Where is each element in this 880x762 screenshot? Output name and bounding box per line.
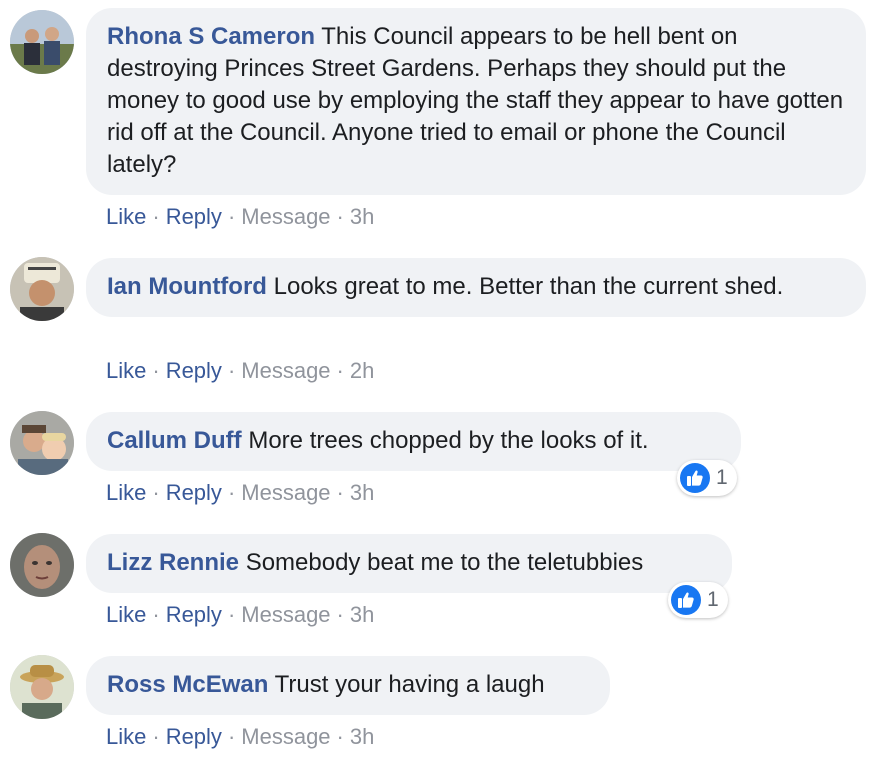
separator: · bbox=[336, 602, 344, 627]
comment-actions: Like · Reply · Message · 3h bbox=[106, 601, 374, 629]
comment-bubble: Ian Mountford Looks great to me. Better … bbox=[86, 258, 866, 317]
like-icon bbox=[671, 585, 701, 615]
comment-author[interactable]: Ross McEwan bbox=[107, 671, 268, 698]
avatar[interactable] bbox=[10, 533, 74, 597]
like-button[interactable]: Like bbox=[106, 724, 146, 749]
reply-button[interactable]: Reply bbox=[166, 204, 222, 229]
separator: · bbox=[152, 724, 160, 749]
separator: · bbox=[152, 358, 160, 383]
timestamp[interactable]: 2h bbox=[350, 358, 374, 383]
reply-button[interactable]: Reply bbox=[166, 602, 222, 627]
reaction-badge[interactable]: 1 bbox=[668, 582, 728, 618]
comment-author[interactable]: Ian Mountford bbox=[107, 273, 267, 300]
like-button[interactable]: Like bbox=[106, 602, 146, 627]
comment-actions: Like · Reply · Message · 3h bbox=[106, 479, 374, 507]
comment-bubble: Rhona S Cameron This Council appears to … bbox=[86, 8, 866, 195]
separator: · bbox=[152, 204, 160, 229]
comment-author[interactable]: Callum Duff bbox=[107, 427, 242, 454]
avatar[interactable] bbox=[10, 411, 74, 475]
timestamp[interactable]: 3h bbox=[350, 480, 374, 505]
timestamp[interactable]: 3h bbox=[350, 602, 374, 627]
comment-bubble: Ross McEwan Trust your having a laugh bbox=[86, 656, 610, 715]
comment-author[interactable]: Lizz Rennie bbox=[107, 549, 239, 576]
separator: · bbox=[152, 602, 160, 627]
message-button[interactable]: Message bbox=[241, 204, 330, 229]
reaction-count: 1 bbox=[707, 588, 719, 611]
avatar[interactable] bbox=[10, 655, 74, 719]
separator: · bbox=[227, 204, 236, 229]
reply-button[interactable]: Reply bbox=[166, 724, 222, 749]
avatar[interactable] bbox=[10, 257, 74, 321]
separator: · bbox=[227, 602, 236, 627]
avatar[interactable] bbox=[10, 10, 74, 74]
like-button[interactable]: Like bbox=[106, 358, 146, 383]
reaction-badge[interactable]: 1 bbox=[677, 460, 737, 496]
message-button[interactable]: Message bbox=[241, 602, 330, 627]
like-button[interactable]: Like bbox=[106, 204, 146, 229]
comment-author[interactable]: Rhona S Cameron bbox=[107, 23, 315, 50]
comment-actions: Like · Reply · Message · 3h bbox=[106, 723, 374, 751]
comment-text: More trees chopped by the looks of it. bbox=[248, 427, 649, 454]
comment-bubble: Callum Duff More trees chopped by the lo… bbox=[86, 412, 741, 471]
separator: · bbox=[227, 724, 236, 749]
comment-text: Somebody beat me to the teletubbies bbox=[245, 549, 644, 576]
like-icon bbox=[680, 463, 710, 493]
comment-actions: Like · Reply · Message · 2h bbox=[106, 357, 374, 385]
reply-button[interactable]: Reply bbox=[166, 358, 222, 383]
separator: · bbox=[336, 480, 344, 505]
separator: · bbox=[336, 358, 344, 383]
separator: · bbox=[227, 480, 236, 505]
message-button[interactable]: Message bbox=[241, 358, 330, 383]
separator: · bbox=[152, 480, 160, 505]
message-button[interactable]: Message bbox=[241, 724, 330, 749]
comment-actions: Like · Reply · Message · 3h bbox=[106, 203, 374, 231]
separator: · bbox=[336, 204, 344, 229]
message-button[interactable]: Message bbox=[241, 480, 330, 505]
separator: · bbox=[336, 724, 344, 749]
separator: · bbox=[227, 358, 236, 383]
timestamp[interactable]: 3h bbox=[350, 204, 374, 229]
comment-text: Looks great to me. Better than the curre… bbox=[273, 273, 784, 300]
comment-text: Trust your having a laugh bbox=[274, 671, 545, 698]
like-button[interactable]: Like bbox=[106, 480, 146, 505]
reaction-count: 1 bbox=[716, 466, 728, 489]
reply-button[interactable]: Reply bbox=[166, 480, 222, 505]
comment-bubble: Lizz Rennie Somebody beat me to the tele… bbox=[86, 534, 732, 593]
timestamp[interactable]: 3h bbox=[350, 724, 374, 749]
